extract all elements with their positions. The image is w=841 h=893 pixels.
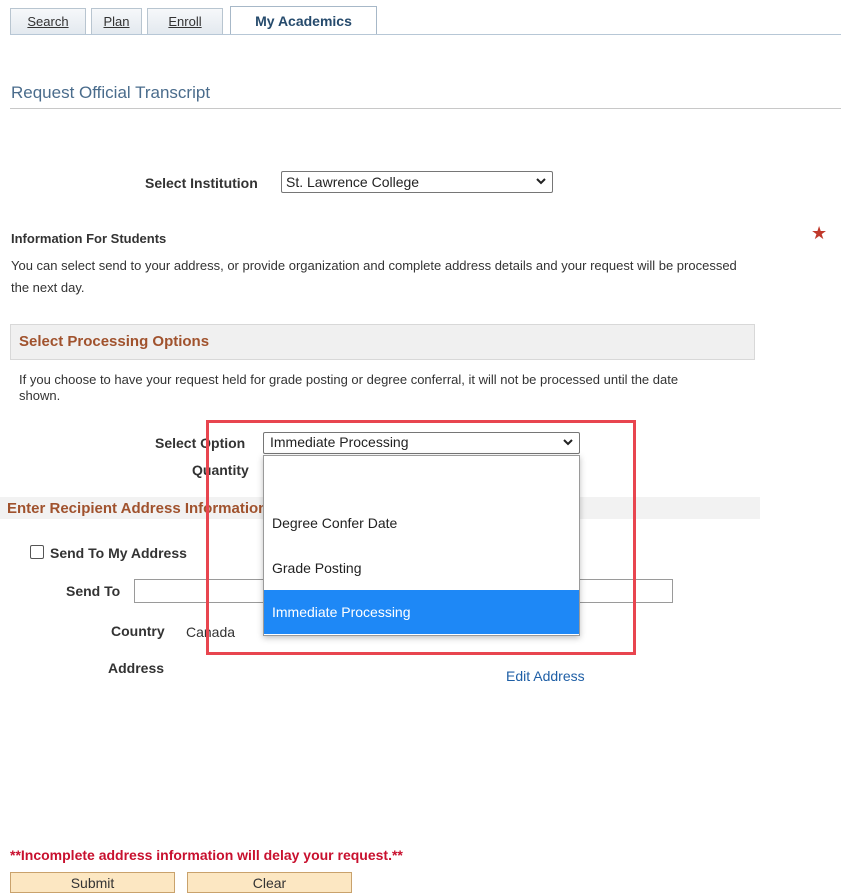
country-value: Canada bbox=[186, 624, 236, 640]
tab-enroll[interactable]: Enroll bbox=[147, 8, 223, 34]
processing-note: If you choose to have your request held … bbox=[19, 372, 679, 403]
institution-label: Select Institution bbox=[145, 175, 258, 191]
chevron-down-icon bbox=[563, 439, 573, 446]
recipient-section-title: Enter Recipient Address Information bbox=[7, 500, 268, 517]
institution-value: St. Lawrence College bbox=[286, 174, 420, 190]
country-label: Country bbox=[111, 623, 165, 639]
title-divider bbox=[10, 108, 841, 109]
address-label: Address bbox=[108, 660, 165, 676]
info-title: Information For Students bbox=[11, 231, 167, 246]
select-option-label: Select Option bbox=[155, 435, 246, 451]
send-to-my-address-checkbox[interactable] bbox=[30, 545, 44, 559]
dropdown-option-blank[interactable] bbox=[264, 456, 579, 500]
tabs-divider bbox=[10, 34, 841, 35]
send-to-my-address-label: Send To My Address bbox=[50, 545, 187, 561]
required-star-icon: ★ bbox=[811, 223, 828, 243]
processing-section-header: Select Processing Options bbox=[10, 324, 755, 360]
chevron-down-icon bbox=[536, 178, 546, 185]
info-text: You can select send to your address, or … bbox=[11, 258, 737, 295]
warning-message: **Incomplete address information will de… bbox=[10, 847, 403, 863]
edit-address-link[interactable]: Edit Address bbox=[506, 668, 585, 684]
processing-option-dropdown-list: Degree Confer Date Grade Posting Immedia… bbox=[263, 455, 580, 636]
dropdown-option-degree-confer-date[interactable]: Degree Confer Date bbox=[264, 501, 579, 545]
tab-search[interactable]: Search bbox=[10, 8, 86, 34]
dropdown-option-immediate-processing[interactable]: Immediate Processing bbox=[264, 590, 579, 634]
processing-section-title: Select Processing Options bbox=[19, 333, 210, 350]
page-title: Request Official Transcript bbox=[11, 83, 211, 102]
institution-select[interactable]: St. Lawrence College bbox=[281, 171, 553, 193]
tab-my-academics[interactable]: My Academics bbox=[230, 6, 377, 34]
clear-button[interactable]: Clear bbox=[187, 872, 352, 893]
tab-plan[interactable]: Plan bbox=[91, 8, 142, 34]
dropdown-option-grade-posting[interactable]: Grade Posting bbox=[264, 546, 579, 590]
processing-option-value: Immediate Processing bbox=[270, 434, 409, 450]
send-to-label: Send To bbox=[66, 583, 121, 599]
submit-button[interactable]: Submit bbox=[10, 872, 175, 893]
quantity-label: Quantity bbox=[192, 462, 249, 478]
processing-option-select[interactable]: Immediate Processing bbox=[263, 432, 580, 454]
